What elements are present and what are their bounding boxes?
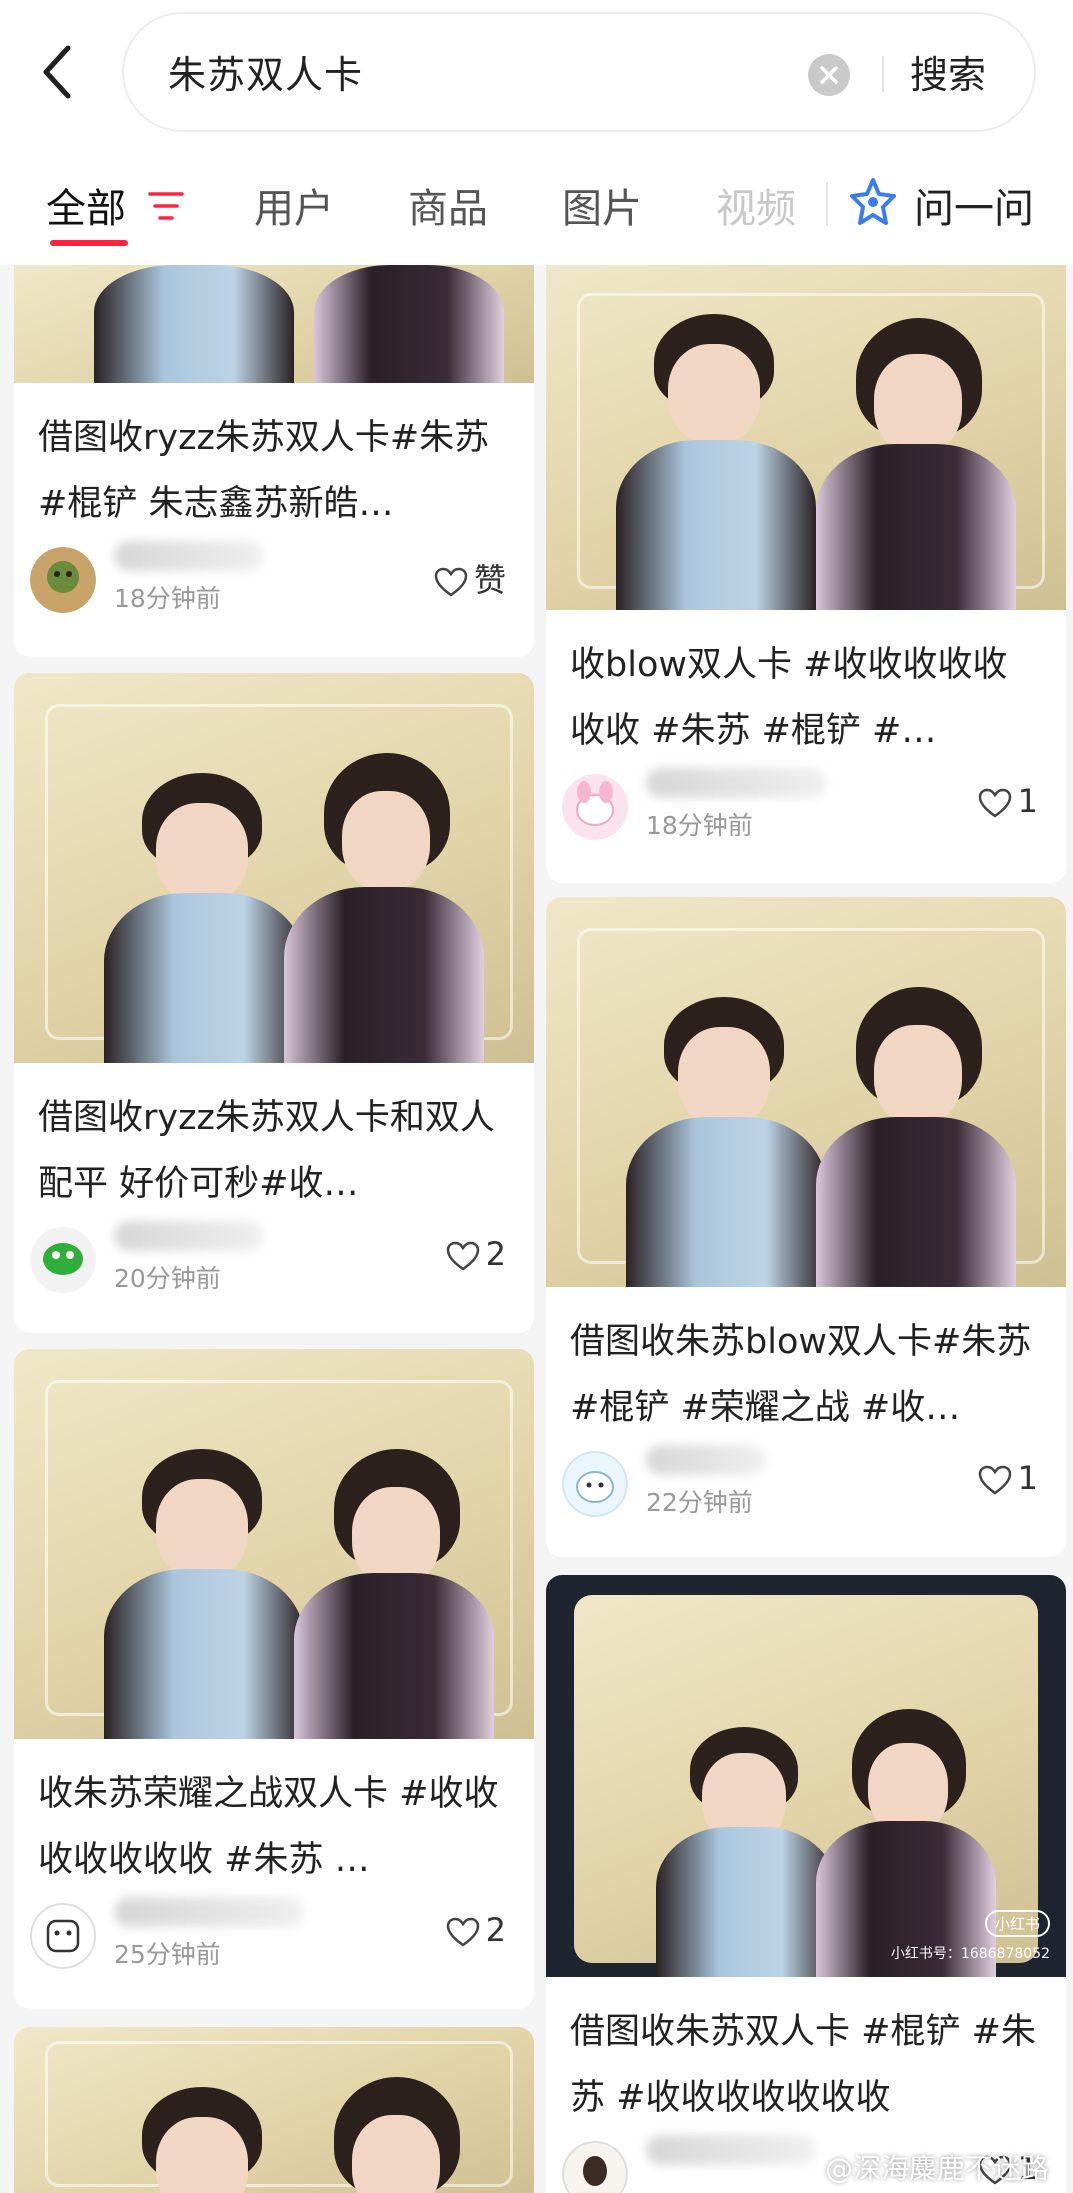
tab-images[interactable]: 图片	[562, 176, 642, 234]
note-cover-image	[14, 265, 534, 383]
heart-outline-icon	[434, 567, 468, 597]
note-cover-image	[14, 2027, 534, 2193]
like-count: 赞	[473, 561, 506, 599]
heart-outline-icon	[978, 788, 1011, 818]
note-cover-image	[14, 673, 534, 1063]
note-meta: 18分钟前 赞	[14, 537, 534, 627]
tab-users[interactable]: 用户	[254, 176, 334, 234]
note-card[interactable]: 小红书 小红书号：1686878052 借图收朱苏双人卡 #棍铲 #朱苏 #收收…	[546, 1575, 1066, 2193]
avatar[interactable]	[562, 2141, 628, 2193]
note-title: 借图收ryzz朱苏双人卡#朱苏 #棍铲 朱志鑫苏新皓…	[38, 418, 490, 524]
username-blurred[interactable]	[646, 2135, 816, 2165]
back-button[interactable]	[38, 42, 94, 106]
tab-products[interactable]: 商品	[408, 176, 488, 234]
like-button[interactable]: 1	[978, 782, 1038, 820]
note-cover-image	[546, 265, 1066, 610]
username-blurred[interactable]	[114, 541, 264, 571]
note-card[interactable]	[14, 2027, 534, 2193]
clear-search-button[interactable]	[808, 54, 850, 96]
search-input[interactable]: 朱苏双人卡 搜索	[122, 12, 1036, 132]
note-card[interactable]: 收朱苏荣耀之战双人卡 #收收收收收收收 #朱苏 … 25分钟前 2	[14, 1349, 534, 2009]
note-cover-image	[14, 1349, 534, 1739]
note-cover-image: 小红书 小红书号：1686878052	[546, 1575, 1066, 1977]
like-count: 1	[1017, 782, 1038, 820]
note-card[interactable]: 收blow双人卡 #收收收收收收收 #朱苏 #棍铲 #… 18分钟前 1	[546, 265, 1066, 883]
ask-button[interactable]: 问一问	[914, 176, 1034, 234]
post-time: 18分钟前	[646, 811, 753, 840]
heart-outline-icon	[446, 1917, 479, 1947]
sparkle-star-icon[interactable]	[848, 176, 898, 230]
note-meta: 22分钟前 1	[546, 1441, 1066, 1531]
xiaohongshu-badge: 小红书	[984, 1910, 1050, 1937]
note-cover-image	[546, 897, 1066, 1287]
note-card[interactable]: 借图收朱苏blow双人卡#朱苏 #棍铲 #荣耀之战 #收… 22分钟前 1	[546, 897, 1066, 1557]
note-title: 收朱苏荣耀之战双人卡 #收收收收收收收 #朱苏 …	[38, 1774, 499, 1880]
like-count: 1	[1017, 1459, 1038, 1497]
close-icon	[820, 66, 838, 84]
note-card[interactable]: 借图收ryzz朱苏双人卡#朱苏 #棍铲 朱志鑫苏新皓… 18分钟前 赞	[14, 265, 534, 657]
avatar[interactable]	[562, 1451, 628, 1517]
chevron-left-icon	[43, 45, 71, 99]
tab-all[interactable]: 全部	[46, 176, 126, 234]
search-divider	[882, 56, 884, 92]
tab-bar: 全部 用户 商品 图片 视频 问一问	[0, 168, 1073, 248]
like-button[interactable]: 2	[446, 1235, 506, 1273]
note-card[interactable]: 借图收ryzz朱苏双人卡和双人配平 好价可秒#收… 20分钟前 2	[14, 673, 534, 1333]
top-bar: 朱苏双人卡 搜索 全部 用户 商品 图片 视频 问一问	[0, 0, 1073, 265]
post-time: 22分钟前	[646, 1488, 753, 1517]
like-button[interactable]: 1	[978, 1459, 1038, 1497]
xiaohongshu-watermark: 小红书 小红书号：1686878052	[891, 1910, 1050, 1963]
username-blurred[interactable]	[646, 768, 826, 798]
filter-icon[interactable]	[148, 190, 184, 222]
avatar[interactable]	[562, 774, 628, 840]
search-query: 朱苏双人卡	[168, 53, 364, 97]
avatar[interactable]	[30, 1227, 96, 1293]
like-button[interactable]: 赞	[434, 555, 506, 601]
note-title: 借图收ryzz朱苏双人卡和双人配平 好价可秒#收…	[38, 1098, 495, 1204]
note-meta: 20分钟前 2	[14, 1217, 534, 1307]
search-button[interactable]: 搜索	[910, 44, 986, 99]
tab-separator	[826, 182, 828, 226]
heart-outline-icon	[978, 1465, 1011, 1495]
post-time: 25分钟前	[114, 1940, 221, 1969]
note-title: 借图收朱苏双人卡 #棍铲 #朱苏 #收收收收收收收	[570, 2012, 1036, 2118]
heart-outline-icon	[446, 1241, 479, 1271]
username-blurred[interactable]	[646, 1445, 766, 1475]
like-count: 2	[485, 1911, 506, 1949]
avatar[interactable]	[30, 1903, 96, 1969]
username-blurred[interactable]	[114, 1897, 304, 1927]
post-time: 20分钟前	[114, 1264, 221, 1293]
post-time: 18分钟前	[114, 584, 221, 613]
like-count: 2	[485, 1235, 506, 1273]
avatar[interactable]	[30, 547, 96, 613]
note-meta: 25分钟前 2	[14, 1893, 534, 1983]
note-title: 借图收朱苏blow双人卡#朱苏 #棍铲 #荣耀之战 #收…	[570, 1322, 1032, 1428]
xiaohongshu-id: 小红书号：1686878052	[890, 1946, 1050, 1962]
note-title: 收blow双人卡 #收收收收收收收 #朱苏 #棍铲 #…	[570, 645, 1008, 751]
active-tab-indicator	[50, 240, 128, 246]
weibo-watermark: @深海麋鹿不迷路	[824, 2152, 1049, 2185]
username-blurred[interactable]	[114, 1221, 264, 1251]
note-meta: 18分钟前 1	[546, 764, 1066, 854]
tab-videos[interactable]: 视频	[716, 176, 796, 234]
like-button[interactable]: 2	[446, 1911, 506, 1949]
